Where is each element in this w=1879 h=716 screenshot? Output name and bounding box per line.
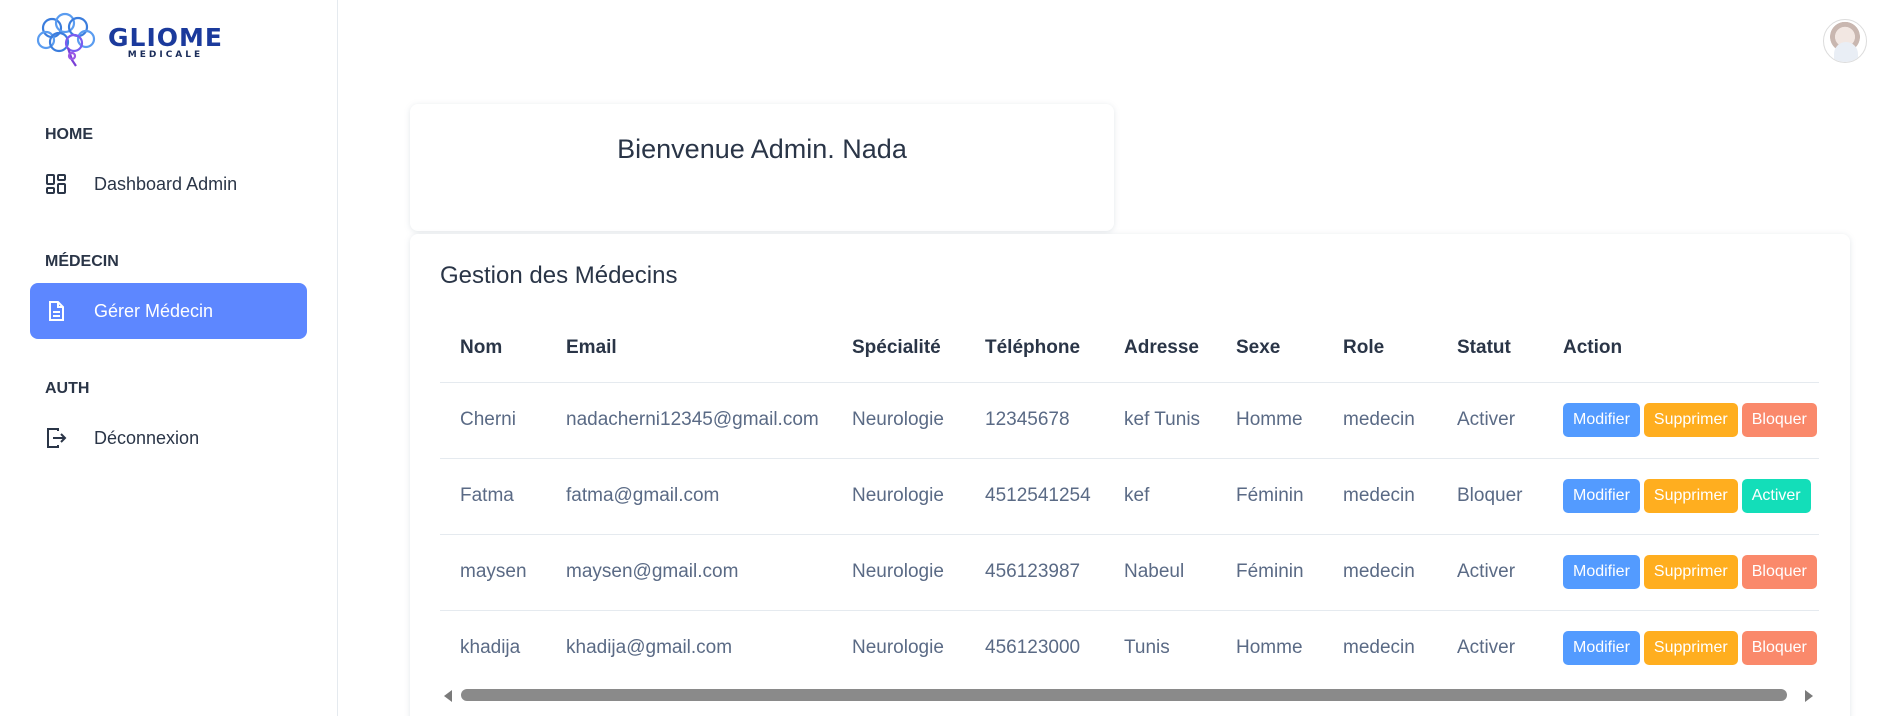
block-button[interactable]: Bloquer	[1741, 631, 1817, 665]
doctors-title: Gestion des Médecins	[440, 262, 678, 289]
cell-role: medecin	[1323, 458, 1437, 535]
scroll-right-arrow-icon[interactable]	[1805, 690, 1813, 702]
cell-telephone: 456123987	[965, 534, 1104, 611]
cell-telephone: 456123000	[965, 610, 1104, 680]
cell-specialite: Neurologie	[832, 534, 965, 611]
cell-role: medecin	[1323, 534, 1437, 611]
column-header: Statut	[1437, 314, 1543, 383]
column-header: Sexe	[1216, 314, 1323, 383]
sidebar-item-label: Dashboard Admin	[94, 173, 238, 194]
cell-specialite: Neurologie	[832, 382, 965, 459]
cell-email: nadacherni12345@gmail.com	[546, 382, 832, 459]
sidebar-item-gerer-medecin[interactable]: Gérer Médecin	[30, 283, 307, 339]
cell-actions: Modifier Supprimer Activer	[1543, 458, 1819, 535]
cell-email: khadija@gmail.com	[546, 610, 832, 680]
sidebar: GLIOME MEDICALE HOME Dashboard Admin MÉD…	[0, 0, 338, 716]
nav-section-auth: AUTH	[45, 380, 90, 397]
logout-icon	[44, 426, 68, 450]
cell-email: fatma@gmail.com	[546, 458, 832, 535]
cell-specialite: Neurologie	[832, 610, 965, 680]
sidebar-item-dashboard[interactable]: Dashboard Admin	[30, 156, 307, 212]
column-header: Adresse	[1104, 314, 1216, 383]
cell-statut: Bloquer	[1437, 458, 1543, 535]
cell-sexe: Homme	[1216, 610, 1323, 680]
brand-subtitle: MEDICALE	[127, 50, 204, 60]
cell-statut: Activer	[1437, 534, 1543, 611]
welcome-card: Bienvenue Admin. Nada	[410, 104, 1114, 231]
cell-actions: Modifier Supprimer Bloquer	[1543, 610, 1819, 680]
delete-button[interactable]: Supprimer	[1643, 403, 1738, 437]
table-horizontal-scrollbar[interactable]	[441, 687, 1816, 703]
block-button[interactable]: Bloquer	[1741, 555, 1817, 589]
cell-actions: Modifier Supprimer Bloquer	[1543, 382, 1819, 459]
dashboard-grid-icon	[44, 172, 68, 196]
block-button[interactable]: Bloquer	[1741, 403, 1817, 437]
table-row: khadija khadija@gmail.com Neurologie 456…	[440, 610, 1819, 680]
scroll-left-arrow-icon[interactable]	[444, 690, 452, 702]
user-avatar[interactable]	[1823, 19, 1867, 63]
cell-email: maysen@gmail.com	[546, 534, 832, 611]
document-icon	[44, 299, 68, 323]
cell-actions: Modifier Supprimer Bloquer	[1543, 534, 1819, 611]
brand-logo[interactable]: GLIOME MEDICALE	[32, 12, 223, 72]
brain-logo-icon	[36, 12, 96, 67]
column-header: Email	[546, 314, 832, 383]
cell-role: medecin	[1323, 610, 1437, 680]
cell-telephone: 4512541254	[965, 458, 1104, 535]
cell-sexe: Homme	[1216, 382, 1323, 459]
sidebar-item-label: Gérer Médecin	[94, 300, 214, 321]
doctors-card: Gestion des Médecins Nom Email Spécialit…	[410, 234, 1850, 716]
table-row: maysen maysen@gmail.com Neurologie 45612…	[440, 534, 1819, 611]
table-row: Fatma fatma@gmail.com Neurologie 4512541…	[440, 458, 1819, 535]
delete-button[interactable]: Supprimer	[1643, 479, 1738, 513]
nav-section-home: HOME	[45, 126, 93, 143]
cell-sexe: Féminin	[1216, 458, 1323, 535]
table-header-row: Nom Email Spécialité Téléphone Adresse S…	[440, 314, 1819, 383]
cell-statut: Activer	[1437, 382, 1543, 459]
cell-sexe: Féminin	[1216, 534, 1323, 611]
table-row: Cherni nadacherni12345@gmail.com Neurolo…	[440, 382, 1819, 459]
delete-button[interactable]: Supprimer	[1643, 631, 1738, 665]
sidebar-item-label: Déconnexion	[94, 427, 200, 448]
column-header: Action	[1543, 314, 1819, 383]
cell-role: medecin	[1323, 382, 1437, 459]
nav-section-medecin: MÉDECIN	[45, 253, 119, 270]
brand-title: GLIOME	[108, 23, 223, 52]
delete-button[interactable]: Supprimer	[1643, 555, 1738, 589]
cell-telephone: 12345678	[965, 382, 1104, 459]
doctors-table: Nom Email Spécialité Téléphone Adresse S…	[440, 314, 1819, 680]
modify-button[interactable]: Modifier	[1563, 403, 1640, 437]
sidebar-item-deconnexion[interactable]: Déconnexion	[30, 410, 307, 466]
scrollbar-thumb[interactable]	[461, 689, 1787, 701]
cell-adresse: Tunis	[1104, 610, 1216, 680]
cell-nom: Cherni	[440, 382, 546, 459]
column-header: Téléphone	[965, 314, 1104, 383]
cell-nom: khadija	[440, 610, 546, 680]
column-header: Role	[1323, 314, 1437, 383]
cell-nom: maysen	[440, 534, 546, 611]
cell-adresse: kef	[1104, 458, 1216, 535]
modify-button[interactable]: Modifier	[1563, 479, 1640, 513]
cell-adresse: Nabeul	[1104, 534, 1216, 611]
modify-button[interactable]: Modifier	[1563, 631, 1640, 665]
activate-button[interactable]: Activer	[1741, 479, 1811, 513]
column-header: Spécialité	[832, 314, 965, 383]
cell-nom: Fatma	[440, 458, 546, 535]
column-header: Nom	[440, 314, 546, 383]
doctors-table-scroll[interactable]: Nom Email Spécialité Téléphone Adresse S…	[440, 314, 1819, 680]
cell-specialite: Neurologie	[832, 458, 965, 535]
cell-adresse: kef Tunis	[1104, 382, 1216, 459]
cell-statut: Activer	[1437, 610, 1543, 680]
welcome-title: Bienvenue Admin. Nada	[617, 134, 907, 164]
modify-button[interactable]: Modifier	[1563, 555, 1640, 589]
